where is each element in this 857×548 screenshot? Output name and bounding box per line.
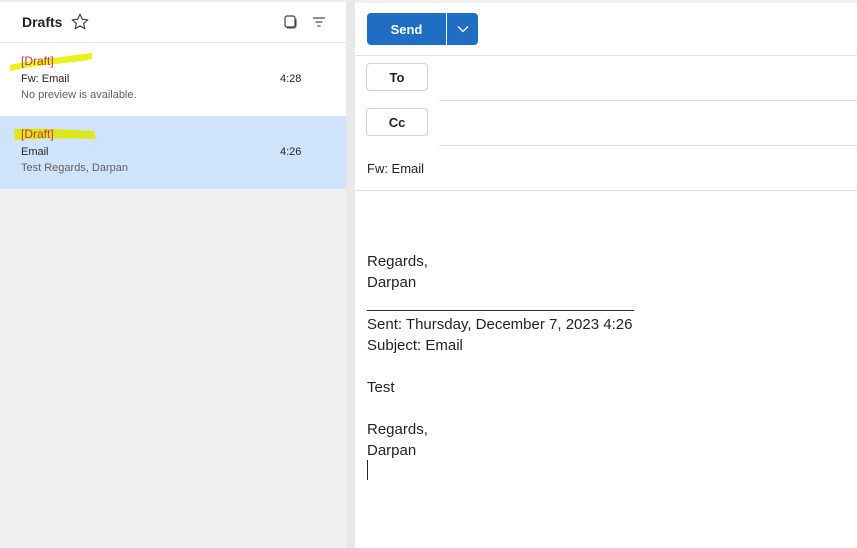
filter-icon[interactable] (312, 15, 326, 29)
send-options-button[interactable] (447, 13, 478, 45)
draft-tag: [Draft] (21, 54, 54, 68)
cc-button[interactable]: Cc (366, 108, 428, 136)
folder-title: Drafts (22, 14, 63, 30)
subject-field[interactable]: Fw: Email (367, 161, 424, 176)
message-preview: Test Regards, Darpan (21, 162, 128, 174)
message-item[interactable]: [Draft] Fw: Email 4:28 No preview is ava… (0, 43, 346, 116)
draft-tag: [Draft] (21, 127, 54, 141)
send-button[interactable]: Send (367, 13, 446, 45)
star-icon[interactable] (70, 12, 90, 32)
message-time: 4:28 (280, 73, 302, 85)
body-separator: ________________________________ (367, 295, 634, 312)
body-name: Darpan (367, 274, 417, 291)
message-subject: Email (21, 146, 49, 158)
body-blank (367, 356, 634, 377)
message-time: 4:26 (280, 146, 302, 158)
body-regards-2: Regards, (367, 421, 428, 438)
to-button[interactable]: To (366, 63, 428, 91)
body-name-2: Darpan (367, 442, 417, 459)
chevron-down-icon (457, 26, 468, 33)
message-item-selected[interactable]: [Draft] Email 4:26 Test Regards, Darpan (0, 116, 346, 189)
pane-divider[interactable] (346, 0, 355, 548)
body-regards: Regards, (367, 253, 428, 270)
message-preview: No preview is available. (21, 89, 137, 101)
select-icon[interactable] (283, 15, 297, 29)
message-list-header: Drafts (0, 2, 346, 43)
message-body[interactable]: Regards, Darpan ________________________… (367, 251, 634, 461)
body-text: Test (367, 379, 395, 396)
toolbar-divider (355, 55, 857, 56)
message-list-pane: Drafts [Draft] Fw: Email 4:28 No preview… (0, 0, 346, 548)
text-cursor (367, 460, 368, 480)
body-sent: Sent: Thursday, December 7, 2023 4:26 (367, 316, 633, 333)
cc-field-underline[interactable] (439, 145, 857, 146)
body-blank (367, 398, 634, 419)
subject-divider (355, 190, 857, 191)
to-field-underline[interactable] (439, 100, 857, 101)
body-subject: Subject: Email (367, 337, 463, 354)
compose-pane: Send To Cc Fw: Email Regards, Darpan ___… (355, 3, 857, 548)
